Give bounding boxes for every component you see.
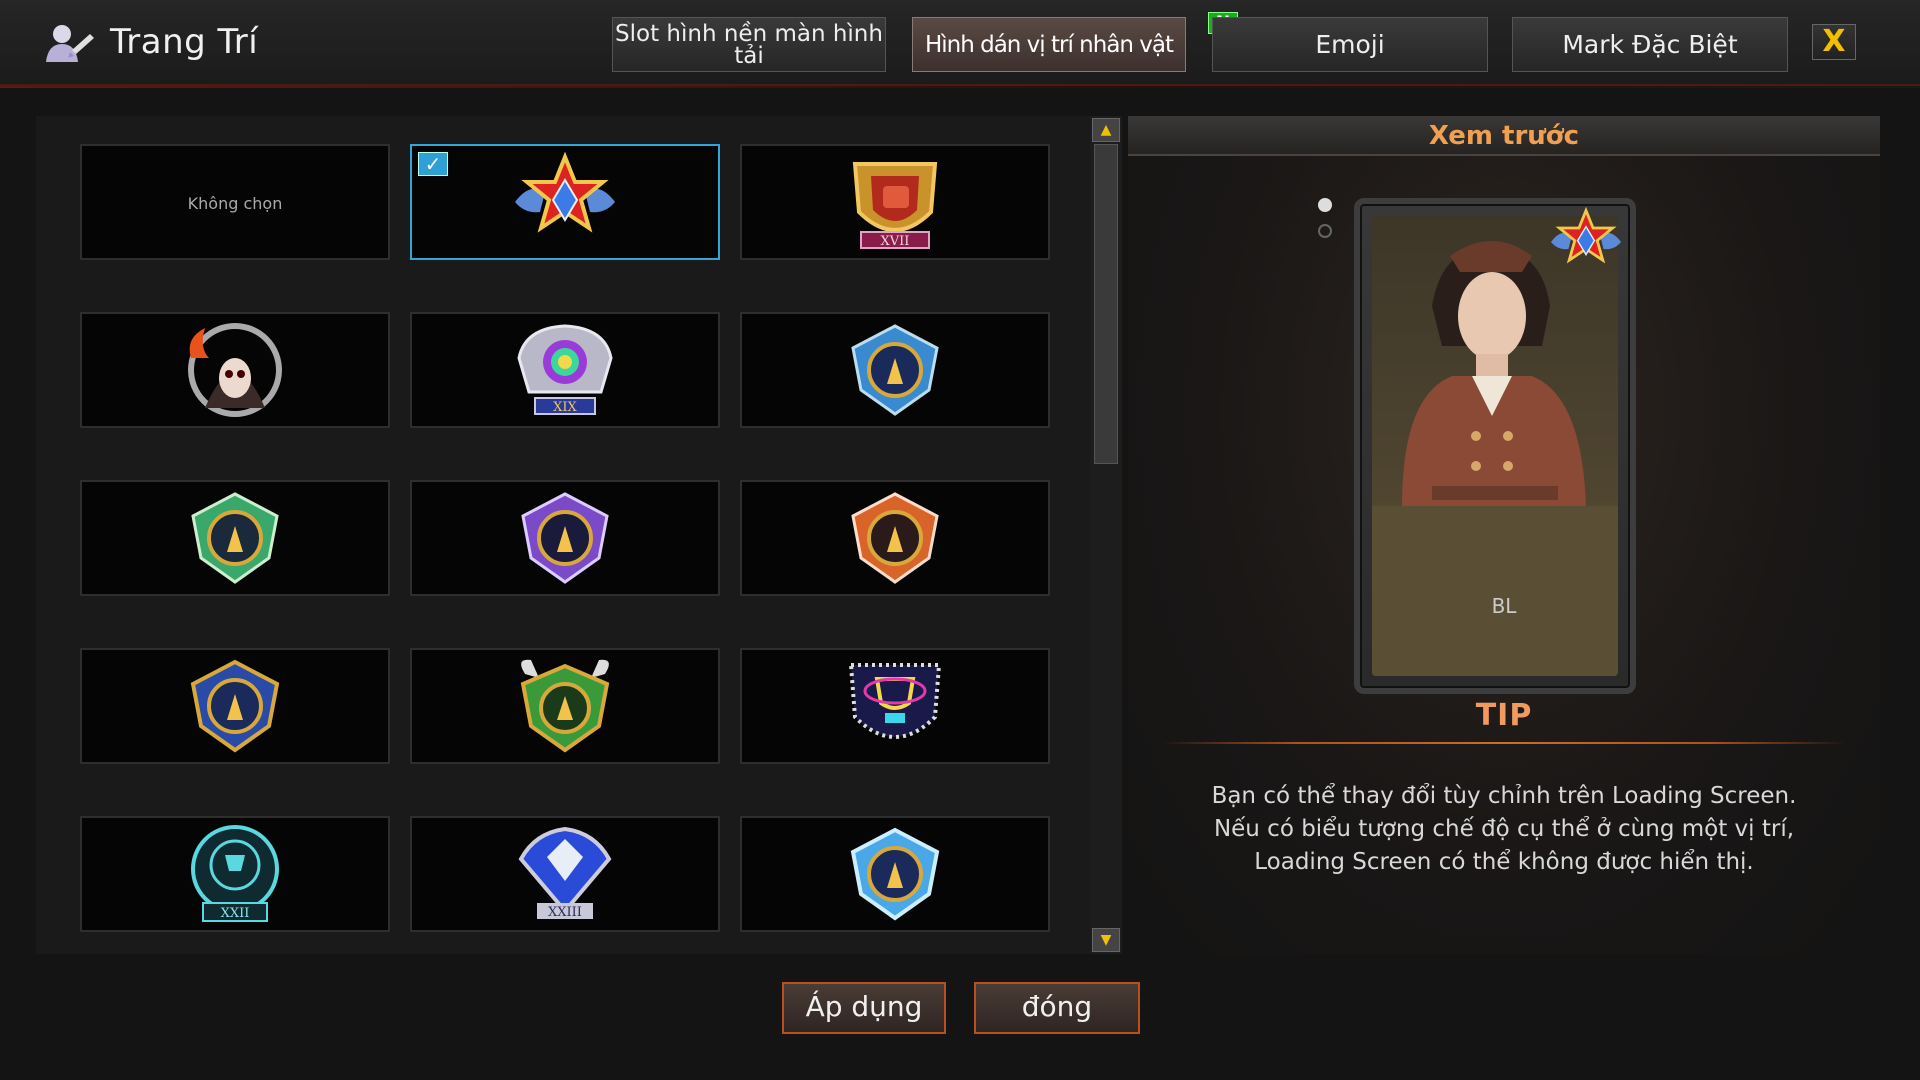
tip-divider <box>1162 742 1846 744</box>
tip-text: Bạn có thể thay đổi tùy chỉnh trên Loadi… <box>1158 780 1850 879</box>
svg-text:XIX: XIX <box>553 400 577 415</box>
star-wings-emblem-icon <box>515 152 615 233</box>
checkmark-icon: ✓ <box>418 152 448 176</box>
preview-page-dot-active[interactable] <box>1318 198 1332 212</box>
tab-emoji[interactable]: Emoji <box>1212 17 1488 72</box>
apply-button[interactable]: Áp dụng <box>782 982 946 1034</box>
svg-text:XXIII: XXIII <box>548 905 582 920</box>
grid-item-green-shield[interactable] <box>80 480 390 596</box>
equipped-sticker-icon <box>1551 206 1621 264</box>
blue-diamond-emblem-icon: XXIII <box>518 826 612 920</box>
rainbow-trophy-emblem-icon: XIX <box>517 324 613 415</box>
none-option-label: Không chọn <box>187 194 283 213</box>
blue-gold-shield-emblem-icon <box>190 659 280 753</box>
svg-text:XXII: XXII <box>221 906 250 921</box>
grid-item-none[interactable]: Không chọn <box>80 144 390 260</box>
close-window-button[interactable]: X <box>1812 24 1856 60</box>
close-button[interactable]: đóng <box>974 982 1140 1034</box>
grid-item-light-blue-shield[interactable] <box>740 816 1050 932</box>
preview-panel: Xem trước BL TIP Bạn có thể thay đổi tùy… <box>1128 116 1880 954</box>
grid-item-hooded-skull[interactable] <box>80 312 390 428</box>
page-title: Trang Trí <box>110 22 259 62</box>
scroll-down-arrow-icon[interactable]: ▼ <box>1092 928 1120 952</box>
preview-title: Xem trước <box>1128 116 1880 156</box>
tab-loading-screen-slot[interactable]: Slot hình nền màn hình tải <box>612 17 886 72</box>
grid-item-neon-trophy[interactable] <box>740 648 1050 764</box>
blue-shield-emblem-icon <box>851 324 939 416</box>
green-horned-shield-emblem-icon <box>520 659 610 753</box>
preview-page-dot[interactable] <box>1318 224 1332 238</box>
tab-special-mark[interactable]: Mark Đặc Biệt <box>1512 17 1788 72</box>
tip-line-2: Nếu có biểu tượng chế độ cụ thể ở cùng m… <box>1213 816 1795 842</box>
grid-scrollbar[interactable]: ▲ ▼ <box>1090 116 1122 954</box>
hooded-skull-emblem-icon <box>188 323 282 417</box>
grid-item-green-horned-shield[interactable] <box>410 648 720 764</box>
tip-line-1: Bạn có thể thay đổi tùy chỉnh trên Loadi… <box>1211 783 1797 809</box>
character-card <box>1354 198 1636 694</box>
grid-item-blue-diamond[interactable]: XXIII <box>410 816 720 932</box>
grid-item-purple-shield[interactable] <box>410 480 720 596</box>
light-blue-shield-emblem-icon <box>850 827 940 921</box>
fist-shield-emblem-icon: XVII <box>852 162 938 249</box>
scroll-up-arrow-icon[interactable]: ▲ <box>1092 118 1120 142</box>
grid-item-orange-shield[interactable] <box>740 480 1050 596</box>
grid-item-fist-shield[interactable]: XVII <box>740 144 1050 260</box>
header-bar: Trang Trí Slot hình nền màn hình tải Hìn… <box>0 0 1920 88</box>
tip-line-3: Loading Screen có thể không được hiển th… <box>1254 849 1754 875</box>
orange-shield-emblem-icon <box>851 492 939 584</box>
neon-trophy-emblem-icon <box>848 663 942 739</box>
tip-title: TIP <box>1475 698 1533 733</box>
grid-item-cyan-trophy[interactable]: XXII <box>80 816 390 932</box>
grid-item-blue-gold-shield[interactable] <box>80 648 390 764</box>
character-name: BL <box>1491 594 1517 618</box>
purple-shield-emblem-icon <box>521 492 609 584</box>
grid-item-blue-shield[interactable] <box>740 312 1050 428</box>
cyan-trophy-emblem-icon: XXII <box>191 825 279 922</box>
green-shield-emblem-icon <box>191 492 279 584</box>
scroll-thumb[interactable] <box>1094 144 1118 464</box>
tab-character-sticker[interactable]: Hình dán vị trí nhân vật <box>912 17 1186 72</box>
grid-item-rainbow-trophy[interactable]: XIX <box>410 312 720 428</box>
sticker-grid: Không chọn ✓ XVII XIX XXII XXIII <box>36 116 1096 954</box>
decoration-person-icon <box>46 25 94 62</box>
grid-item-star-wings[interactable]: ✓ <box>410 144 720 260</box>
svg-text:XVII: XVII <box>881 234 910 249</box>
